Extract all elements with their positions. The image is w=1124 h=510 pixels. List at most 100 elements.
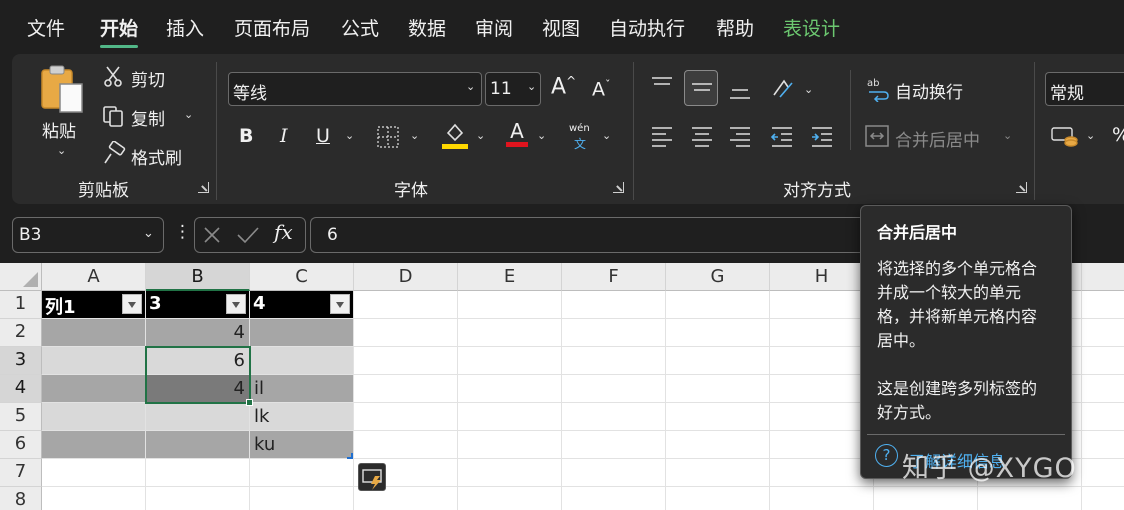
paste-label[interactable]: 粘贴 <box>42 117 76 142</box>
italic-button[interactable]: I <box>280 125 288 147</box>
fill-color-icon[interactable] <box>442 121 468 151</box>
row-header-7[interactable]: 7 <box>0 459 42 487</box>
table-cell[interactable] <box>42 375 146 403</box>
font-size-chevron-down-icon[interactable]: ⌄ <box>527 80 536 93</box>
row-header-8[interactable]: 8 <box>0 487 42 510</box>
font-color-chevron-down-icon[interactable]: ⌄ <box>537 129 546 142</box>
paste-icon[interactable] <box>38 64 86 114</box>
font-color-button[interactable]: A <box>506 120 528 147</box>
name-box-chevron-down-icon[interactable]: ⌄ <box>143 226 154 241</box>
top-align-icon[interactable] <box>650 76 674 96</box>
tab-automate[interactable]: 自动执行 <box>609 14 685 41</box>
column-header-h[interactable]: H <box>770 263 874 291</box>
tab-review[interactable]: 审阅 <box>475 14 513 41</box>
column-header-g[interactable]: G <box>666 263 770 291</box>
row-header-4[interactable]: 4 <box>0 375 42 403</box>
column-header-c[interactable]: C <box>250 263 354 291</box>
tab-table-design[interactable]: 表设计 <box>783 14 840 41</box>
table-header-cell[interactable]: 4 <box>250 291 354 319</box>
table-cell[interactable] <box>42 319 146 347</box>
font-name-chevron-down-icon[interactable]: ⌄ <box>466 80 475 93</box>
row-header-1[interactable]: 1 <box>0 291 42 319</box>
tab-page-layout[interactable]: 页面布局 <box>234 14 310 41</box>
table-cell[interactable] <box>42 403 146 431</box>
name-box[interactable]: B3 <box>12 217 164 253</box>
table-cell[interactable] <box>42 431 146 459</box>
underline-chevron-down-icon[interactable]: ⌄ <box>345 129 354 142</box>
column-header-e[interactable]: E <box>458 263 562 291</box>
align-left-icon[interactable] <box>650 124 674 148</box>
table-header-cell[interactable]: 列1 <box>42 291 146 319</box>
table-cell[interactable]: il <box>250 375 354 403</box>
phonetic-chevron-down-icon[interactable]: ⌄ <box>602 129 611 142</box>
decrease-indent-icon[interactable] <box>770 124 794 148</box>
insert-function-icon[interactable]: fx <box>274 220 293 244</box>
fill-color-chevron-down-icon[interactable]: ⌄ <box>476 129 485 142</box>
row-header-2[interactable]: 2 <box>0 319 42 347</box>
tab-formulas[interactable]: 公式 <box>341 14 379 41</box>
alignment-dialog-launcher-icon[interactable] <box>1016 182 1027 193</box>
help-icon[interactable]: ? <box>875 444 898 467</box>
select-all-button[interactable] <box>0 263 42 291</box>
increase-indent-icon[interactable] <box>810 124 834 148</box>
table-cell[interactable]: 4 <box>146 319 250 347</box>
column-header-b[interactable]: B <box>146 263 250 291</box>
middle-align-icon[interactable] <box>684 70 718 106</box>
column-header-f[interactable]: F <box>562 263 666 291</box>
row-header-5[interactable]: 5 <box>0 403 42 431</box>
font-name-select[interactable]: 等线 <box>228 72 482 106</box>
table-resize-handle[interactable] <box>347 453 353 459</box>
copy-button[interactable]: 复制 <box>131 105 165 130</box>
table-cell[interactable]: lk <box>250 403 354 431</box>
filter-dropdown-icon[interactable] <box>122 294 142 314</box>
bottom-align-icon[interactable] <box>728 82 752 102</box>
row-header-6[interactable]: 6 <box>0 431 42 459</box>
align-center-icon[interactable] <box>690 124 714 148</box>
wrap-text-button[interactable]: 自动换行 <box>895 78 963 103</box>
more-options-icon[interactable]: ⋮ <box>174 222 191 242</box>
font-dialog-launcher-icon[interactable] <box>613 182 624 193</box>
table-header-cell[interactable]: 3 <box>146 291 250 319</box>
table-cell[interactable]: ku <box>250 431 354 459</box>
table-cell[interactable] <box>250 347 354 375</box>
orientation-icon[interactable] <box>770 75 796 101</box>
tab-file[interactable]: 文件 <box>27 14 65 41</box>
tab-view[interactable]: 视图 <box>542 14 580 41</box>
percent-style-icon[interactable]: % <box>1112 124 1124 146</box>
formula-input[interactable]: 6 <box>310 217 870 253</box>
clipboard-dialog-launcher-icon[interactable] <box>198 182 209 193</box>
cut-button[interactable]: 剪切 <box>131 66 165 91</box>
tab-help[interactable]: 帮助 <box>716 14 754 41</box>
column-header[interactable] <box>1082 263 1124 291</box>
column-header-a[interactable]: A <box>42 263 146 291</box>
bold-button[interactable]: B <box>239 125 253 147</box>
quick-analysis-icon[interactable] <box>358 463 386 491</box>
increase-font-size-icon[interactable]: A^ <box>551 74 576 99</box>
decrease-font-size-icon[interactable]: Aˇ <box>592 78 611 100</box>
column-header-d[interactable]: D <box>354 263 458 291</box>
table-cell[interactable] <box>146 431 250 459</box>
format-painter-button[interactable]: 格式刷 <box>131 144 182 169</box>
filter-dropdown-icon[interactable] <box>226 294 246 314</box>
align-right-icon[interactable] <box>728 124 752 148</box>
cancel-icon[interactable] <box>202 225 222 245</box>
number-format-select[interactable]: 常规 <box>1045 72 1124 106</box>
merge-center-button[interactable]: 合并后居中 <box>895 126 980 151</box>
table-cell[interactable] <box>146 403 250 431</box>
copy-chevron-down-icon[interactable]: ⌄ <box>184 108 193 121</box>
underline-button[interactable]: U <box>316 125 330 147</box>
tab-insert[interactable]: 插入 <box>166 14 204 41</box>
tab-data[interactable]: 数据 <box>408 14 446 41</box>
borders-icon[interactable] <box>376 125 400 149</box>
orientation-chevron-down-icon[interactable]: ⌄ <box>804 83 813 96</box>
borders-chevron-down-icon[interactable]: ⌄ <box>410 129 419 142</box>
accounting-chevron-down-icon[interactable]: ⌄ <box>1086 129 1095 142</box>
tab-home[interactable]: 开始 <box>100 14 139 48</box>
accounting-format-icon[interactable] <box>1051 124 1079 148</box>
merge-center-chevron-down-icon[interactable]: ⌄ <box>1003 129 1012 142</box>
enter-check-icon[interactable] <box>236 225 260 245</box>
fill-handle[interactable] <box>246 399 253 406</box>
paste-chevron-down-icon[interactable]: ⌄ <box>57 144 66 157</box>
row-header-3[interactable]: 3 <box>0 347 42 375</box>
phonetic-label[interactable]: wén <box>569 123 590 134</box>
